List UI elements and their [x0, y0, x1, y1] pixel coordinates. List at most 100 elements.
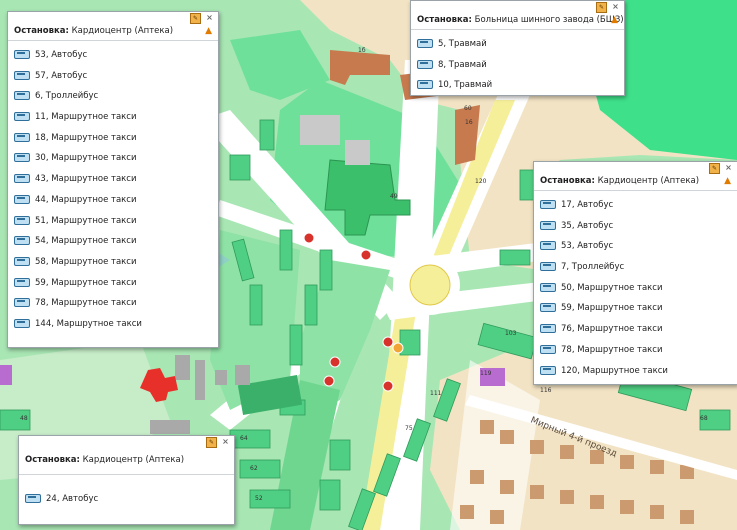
route-label: 11, Маршрутное такси: [35, 112, 137, 123]
route-item[interactable]: 35, Автобус: [534, 216, 737, 237]
gray-block: [215, 370, 227, 385]
minibus-icon: [14, 298, 30, 308]
route-label: 18, Маршрутное такси: [35, 132, 137, 143]
close-icon[interactable]: ×: [724, 163, 733, 172]
route-label: 35, Автобус: [561, 220, 614, 231]
popup-header: Остановка: Кардиоцентр (Аптека): [19, 446, 234, 475]
route-item[interactable]: 10, Травмай: [411, 75, 624, 96]
route-item[interactable]: 8, Травмай: [411, 55, 624, 76]
bus-stop-marker-icon[interactable]: [382, 336, 394, 348]
tram-stop-marker-icon[interactable]: [392, 342, 404, 354]
warning-icon[interactable]: ▲: [611, 11, 618, 29]
route-label: 24, Автобус: [46, 494, 99, 504]
stop-popup-1: ✎ × Остановка: Кардиоцентр (Аптека) ▲ 53…: [7, 11, 219, 348]
gray-block: [195, 360, 205, 400]
minibus-icon: [14, 153, 30, 163]
bus-icon: [14, 50, 30, 59]
route-item[interactable]: 5, Травмай: [411, 34, 624, 55]
trolleybus-icon: [540, 262, 556, 272]
route-label: 144, Маршрутное такси: [35, 318, 142, 329]
bus-stop-marker-icon[interactable]: [360, 249, 372, 261]
route-label: 5, Травмай: [438, 39, 487, 49]
route-list: 24, Автобус: [19, 475, 234, 510]
house-number: 75: [405, 425, 413, 432]
popup-toolbar: ✎ ×: [19, 436, 234, 448]
route-item[interactable]: 51, Маршрутное такси: [8, 211, 218, 232]
route-label: 58, Маршрутное такси: [35, 256, 137, 267]
route-label: 30, Маршрутное такси: [35, 153, 137, 164]
bus-stop-marker-icon[interactable]: [303, 232, 315, 244]
minibus-icon: [14, 174, 30, 184]
building-block: [259, 119, 275, 151]
stop-label: Остановка:: [14, 26, 69, 36]
route-item[interactable]: 59, Маршрутное такси: [8, 273, 218, 294]
route-list: 53, Автобус 57, Автобус 6, Троллейбус 11…: [8, 41, 218, 335]
house-number: 62: [250, 465, 258, 472]
route-item[interactable]: 11, Маршрутное такси: [8, 107, 218, 128]
route-item[interactable]: 18, Маршрутное такси: [8, 128, 218, 149]
lot: [470, 470, 484, 484]
route-item[interactable]: 57, Автобус: [8, 66, 218, 87]
stop-label: Остановка:: [417, 15, 472, 25]
route-item[interactable]: 50, Маршрутное такси: [534, 278, 737, 299]
lot: [500, 430, 514, 444]
popup-header: Остановка: Кардиоцентр (Аптека) ▲: [8, 22, 218, 41]
route-label: 6, Троллейбус: [35, 91, 99, 102]
close-icon[interactable]: ×: [205, 13, 214, 22]
route-item[interactable]: 7, Троллейбус: [534, 257, 737, 278]
minibus-icon: [540, 344, 556, 354]
route-item[interactable]: 24, Автобус: [19, 489, 234, 510]
lot: [490, 510, 504, 524]
lot: [480, 420, 494, 434]
route-label: 59, Маршрутное такси: [561, 303, 663, 314]
stop-popup-4: ✎ × Остановка: Кардиоцентр (Аптека) 24, …: [18, 435, 235, 525]
route-item[interactable]: 78, Маршрутное такси: [8, 293, 218, 314]
route-item[interactable]: 53, Автобус: [534, 236, 737, 257]
route-item[interactable]: 6, Троллейбус: [8, 86, 218, 107]
bus-stop-marker-icon[interactable]: [382, 380, 394, 392]
building-block: [304, 284, 318, 326]
bus-icon: [540, 200, 556, 209]
route-item[interactable]: 44, Маршрутное такси: [8, 190, 218, 211]
warning-icon[interactable]: ▲: [724, 172, 731, 190]
route-label: 44, Маршрутное такси: [35, 194, 137, 205]
house-number: 16: [465, 119, 473, 126]
lot: [590, 495, 604, 509]
route-item[interactable]: 17, Автобус: [534, 195, 737, 216]
route-item[interactable]: 30, Маршрутное такси: [8, 148, 218, 169]
building-block: [279, 229, 293, 271]
stop-popup-3: ✎ × Остановка: Кардиоцентр (Аптека) ▲ 17…: [533, 161, 737, 385]
bus-stop-marker-icon[interactable]: [323, 375, 335, 387]
house-number: 1б: [358, 47, 366, 54]
route-item[interactable]: 76, Маршрутное такси: [534, 319, 737, 340]
route-list: 5, Травмай 8, Травмай 10, Травмай: [411, 30, 624, 96]
route-label: 53, Автобус: [561, 241, 614, 252]
popup-toolbar: ✎ ×: [411, 1, 624, 13]
building-block: [239, 459, 281, 479]
route-item[interactable]: 58, Маршрутное такси: [8, 252, 218, 273]
route-item[interactable]: 43, Маршрутное такси: [8, 169, 218, 190]
stop-name: Кардиоцентр (Аптека): [82, 455, 185, 465]
route-label: 76, Маршрутное такси: [561, 324, 663, 335]
building-block: [499, 249, 531, 266]
building-block: [399, 329, 421, 356]
close-icon[interactable]: ×: [221, 437, 230, 446]
stop-name: Кардиоцентр (Аптека): [71, 26, 174, 36]
route-item[interactable]: 144, Маршрутное такси: [8, 314, 218, 335]
route-label: 57, Автобус: [35, 70, 88, 81]
bus-stop-marker-icon[interactable]: [329, 356, 341, 368]
stop-label: Остановка:: [25, 455, 80, 465]
lot: [560, 490, 574, 504]
house-number: 111: [430, 390, 442, 397]
gray-block: [235, 365, 250, 385]
route-label: 53, Автобус: [35, 50, 88, 60]
route-item[interactable]: 59, Маршрутное такси: [534, 298, 737, 319]
house-number: 49: [390, 193, 398, 200]
close-icon[interactable]: ×: [611, 2, 620, 11]
route-item[interactable]: 120, Маршрутное такси: [534, 361, 737, 382]
route-item[interactable]: 78, Маршрутное такси: [534, 340, 737, 361]
lot: [530, 440, 544, 454]
route-item[interactable]: 53, Автобус: [8, 45, 218, 66]
route-item[interactable]: 54, Маршрутное такси: [8, 231, 218, 252]
warning-icon[interactable]: ▲: [205, 22, 212, 40]
